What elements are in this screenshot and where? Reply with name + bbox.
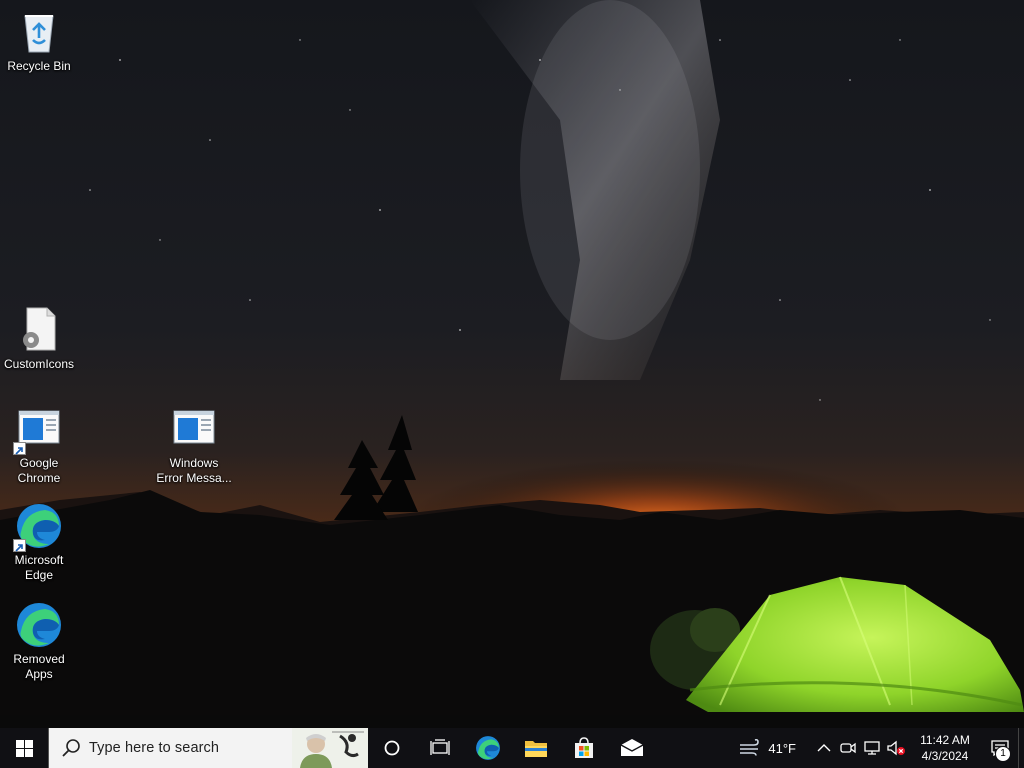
weather-temperature: 41°F: [768, 740, 796, 756]
window-app-icon: [170, 405, 218, 453]
circle-icon: [384, 740, 400, 756]
microsoft-edge-label: Microsoft Edge: [14, 553, 64, 582]
recycle-bin-icon: [15, 8, 63, 56]
removed-apps-label: Removed Apps: [13, 652, 65, 681]
weather-widget[interactable]: 41°F: [728, 728, 802, 768]
mail-icon: [620, 739, 644, 756]
windows-error-messages-label: Windows Error Messa...: [156, 456, 232, 485]
meet-now-button[interactable]: [836, 728, 860, 768]
store-bag-icon: [575, 737, 593, 758]
microsoft-store-button[interactable]: [560, 728, 608, 768]
search-highlight-image: [292, 728, 368, 768]
desktop-icon-google-chrome[interactable]: Google Chrome: [1, 405, 77, 486]
edge-icon: [15, 601, 63, 649]
task-view-icon: [430, 739, 450, 755]
edge-icon: [13, 502, 63, 552]
google-chrome-label: Google Chrome: [17, 456, 61, 485]
network-icon: [864, 741, 880, 755]
desktop-wallpaper: [0, 0, 1024, 728]
task-view-button[interactable]: [416, 728, 464, 768]
taskbar-search-box[interactable]: Type here to search: [48, 728, 368, 768]
edge-icon: [476, 736, 500, 760]
camera-icon: [840, 742, 856, 754]
show-desktop-button[interactable]: [1018, 728, 1024, 768]
volume-button[interactable]: [884, 728, 908, 768]
mail-button[interactable]: [608, 728, 656, 768]
window-app-icon: [13, 405, 63, 455]
desktop-icon-removed-apps[interactable]: Removed Apps: [1, 601, 77, 682]
file-settings-icon: [15, 306, 63, 354]
wind-icon: [740, 739, 760, 756]
cortana-button[interactable]: [368, 728, 416, 768]
clock[interactable]: 11:42 AM 4/3/2024: [908, 728, 982, 768]
windows-logo-icon: [15, 739, 33, 757]
taskbar-edge-button[interactable]: [464, 728, 512, 768]
system-tray: 41°F 11:42 AM 4/3/2024 1: [728, 728, 1024, 768]
show-hidden-icons-button[interactable]: [812, 728, 836, 768]
search-placeholder: Type here to search: [89, 740, 220, 756]
clock-date: 4/3/2024: [921, 749, 969, 763]
clock-time: 11:42 AM: [920, 733, 970, 747]
desktop-icon-customicons[interactable]: CustomIcons: [1, 306, 77, 372]
chevron-up-icon: [817, 744, 831, 752]
customicons-label: CustomIcons: [3, 357, 75, 371]
search-icon: [62, 739, 80, 757]
folder-icon: [525, 741, 547, 757]
recycle-bin-label: Recycle Bin: [7, 59, 71, 73]
notification-badge: 1: [995, 746, 1011, 762]
file-explorer-button[interactable]: [512, 728, 560, 768]
taskbar: Type here to search 41°F 11:42 AM 4/3/20…: [0, 728, 1024, 768]
shortcut-arrow-icon: [13, 539, 26, 552]
network-button[interactable]: [860, 728, 884, 768]
start-button[interactable]: [0, 728, 48, 768]
desktop-icon-microsoft-edge[interactable]: Microsoft Edge: [1, 502, 77, 583]
desktop-icon-windows-error-messages[interactable]: Windows Error Messa...: [156, 405, 232, 486]
notification-center-button[interactable]: 1: [982, 728, 1018, 768]
volume-muted-icon: [887, 740, 905, 756]
shortcut-arrow-icon: [13, 442, 26, 455]
desktop-icon-recycle-bin[interactable]: Recycle Bin: [1, 8, 77, 74]
